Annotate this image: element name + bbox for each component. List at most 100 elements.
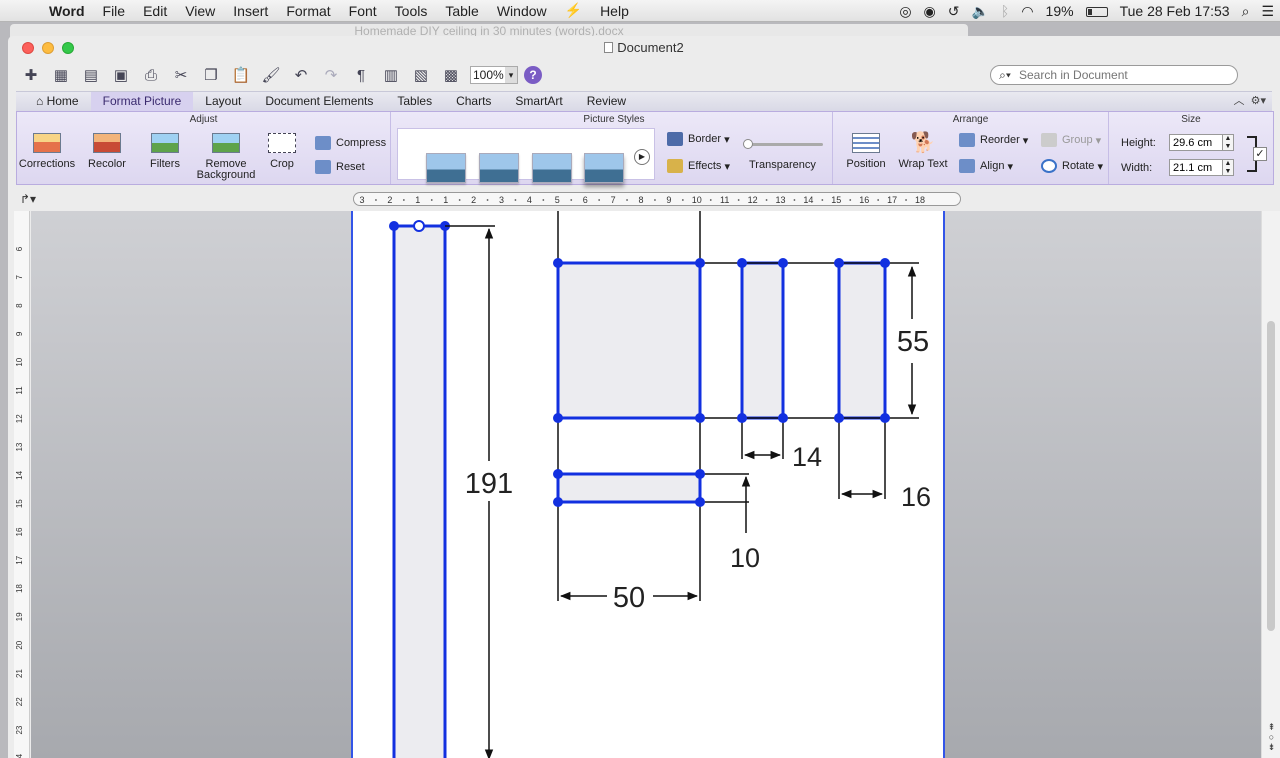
- tab-selector-icon[interactable]: ↱▾: [16, 189, 40, 209]
- close-window-button[interactable]: [22, 42, 34, 54]
- script-menu-icon[interactable]: ⚡: [556, 2, 591, 19]
- compress-button[interactable]: Compress: [315, 136, 386, 150]
- copy-icon[interactable]: ❐: [200, 64, 222, 86]
- undo-icon[interactable]: ↶: [290, 64, 312, 86]
- ribbon-settings-icon[interactable]: ⚙▾: [1251, 95, 1266, 107]
- paste-icon[interactable]: 📋: [230, 64, 252, 86]
- picture-style-2[interactable]: [479, 153, 519, 183]
- vertical-ruler[interactable]: 6 7 8 9 10 11 12 13 14 15 16 17 18 19 20 21 22 23 24: [14, 211, 30, 758]
- picture-styles-gallery[interactable]: ▶: [397, 128, 655, 183]
- wifi-icon[interactable]: ◠: [1015, 3, 1039, 20]
- menu-file[interactable]: File: [94, 3, 135, 19]
- ruler-tick-label: 10: [692, 195, 702, 205]
- sidebar-icon[interactable]: ▧: [410, 64, 432, 86]
- gallery-icon[interactable]: ▦: [50, 64, 72, 86]
- collapse-ribbon-icon[interactable]: ︿: [1233, 95, 1244, 107]
- sync-icon[interactable]: ◉: [918, 3, 942, 20]
- toolbox-icon[interactable]: ▩: [440, 64, 462, 86]
- tab-home[interactable]: ⌂ Home: [16, 92, 91, 111]
- print-icon[interactable]: ⎙: [140, 64, 162, 86]
- reset-button[interactable]: Reset: [315, 160, 365, 174]
- recolor-button[interactable]: Recolor: [83, 130, 131, 170]
- gallery-next-icon[interactable]: ▶: [634, 149, 650, 165]
- width-input[interactable]: [1169, 159, 1223, 176]
- menu-app-word[interactable]: Word: [40, 3, 94, 19]
- scrollbar-thumb[interactable]: [1267, 321, 1275, 631]
- bluetooth-icon[interactable]: ᛒ: [995, 3, 1015, 19]
- cut-icon[interactable]: ✂: [170, 64, 192, 86]
- zoom-window-button[interactable]: [62, 42, 74, 54]
- group-button[interactable]: Group ▾: [1041, 133, 1101, 147]
- horizontal-ruler[interactable]: 3 2 1 1 2 3 4 5 6 7 8 9 10 11 12 13 14 15 16 17 18: [353, 192, 961, 206]
- dimension-label-55: 55: [897, 326, 929, 358]
- time-machine-icon[interactable]: ↺: [942, 3, 966, 20]
- redo-icon[interactable]: ↷: [320, 64, 342, 86]
- transparency-slider-knob[interactable]: [743, 139, 753, 149]
- search-input[interactable]: [1019, 68, 1219, 82]
- shape-post-14: [740, 261, 785, 420]
- open-folder-icon[interactable]: ▤: [80, 64, 102, 86]
- previous-page-icon[interactable]: ⇞: [1268, 722, 1276, 732]
- height-stepper[interactable]: ▲ ▼: [1223, 134, 1234, 151]
- corrections-icon: [31, 130, 63, 156]
- menu-edit[interactable]: Edit: [134, 3, 176, 19]
- tab-tables[interactable]: Tables: [385, 92, 444, 111]
- menu-view[interactable]: View: [176, 3, 224, 19]
- view-icon[interactable]: ▥: [380, 64, 402, 86]
- border-button[interactable]: Border ▾: [667, 132, 730, 146]
- effects-button[interactable]: Effects ▾: [667, 159, 730, 173]
- tab-layout[interactable]: Layout: [193, 92, 253, 111]
- zoom-select[interactable]: 100%: [470, 66, 518, 84]
- technical-drawing-image[interactable]: 191 55 14 16 10 50: [353, 211, 943, 758]
- corrections-button[interactable]: Corrections: [19, 130, 75, 170]
- tab-format-picture[interactable]: Format Picture: [90, 92, 194, 111]
- align-button[interactable]: Align ▾: [959, 159, 1013, 173]
- menu-table[interactable]: Table: [436, 3, 487, 19]
- remove-background-button[interactable]: Remove Background: [193, 130, 259, 181]
- battery-icon[interactable]: [1080, 3, 1114, 19]
- show-formatting-icon[interactable]: ¶: [350, 64, 372, 86]
- rotate-button[interactable]: Rotate ▾: [1041, 159, 1103, 173]
- reorder-button[interactable]: Reorder ▾: [959, 133, 1028, 147]
- menu-insert[interactable]: Insert: [224, 3, 277, 19]
- clock[interactable]: Tue 28 Feb 17:53: [1114, 3, 1236, 19]
- height-input[interactable]: [1169, 134, 1223, 151]
- vertical-scrollbar[interactable]: ⇞ ○ ⇟: [1261, 211, 1280, 758]
- ruler-tick: [709, 199, 712, 201]
- ruler-tick: [793, 199, 796, 201]
- lock-aspect-checkbox[interactable]: ✓: [1253, 147, 1267, 161]
- filters-button[interactable]: Filters: [141, 130, 189, 170]
- menu-help[interactable]: Help: [591, 3, 638, 19]
- creative-cloud-icon[interactable]: ◎: [893, 3, 917, 20]
- rotate-handle[interactable]: [413, 220, 425, 232]
- volume-icon[interactable]: 🔈: [965, 3, 994, 20]
- picture-style-4[interactable]: [584, 153, 624, 183]
- help-icon[interactable]: ?: [524, 66, 542, 84]
- search-box[interactable]: ⌕▾: [990, 65, 1238, 85]
- position-button[interactable]: Position: [839, 130, 893, 170]
- spotlight-icon[interactable]: ⌕: [1236, 3, 1256, 20]
- format-painter-icon[interactable]: 🖌: [260, 64, 282, 86]
- wrap-text-button[interactable]: 🐕 Wrap Text: [895, 130, 951, 170]
- crop-button[interactable]: Crop: [259, 130, 305, 170]
- picture-style-1[interactable]: [426, 153, 466, 183]
- picture-style-3[interactable]: [532, 153, 572, 183]
- tab-smartart[interactable]: SmartArt: [503, 92, 574, 111]
- new-document-icon[interactable]: ✚: [20, 64, 42, 86]
- menu-tools[interactable]: Tools: [386, 3, 437, 19]
- browse-object-icon[interactable]: ○: [1269, 732, 1274, 742]
- tab-charts[interactable]: Charts: [444, 92, 503, 111]
- menu-window[interactable]: Window: [488, 3, 556, 19]
- next-page-icon[interactable]: ⇟: [1268, 742, 1276, 752]
- menu-font[interactable]: Font: [340, 3, 386, 19]
- transparency-slider[interactable]: [747, 143, 823, 146]
- tab-document-elements[interactable]: Document Elements: [253, 92, 385, 111]
- width-stepper[interactable]: ▲ ▼: [1223, 159, 1234, 176]
- tab-review[interactable]: Review: [575, 92, 638, 111]
- search-icon[interactable]: ⌕▾: [991, 68, 1019, 83]
- notification-center-icon[interactable]: ☰: [1255, 3, 1280, 20]
- page[interactable]: 191 55 14 16 10 50: [351, 211, 945, 758]
- save-icon[interactable]: ▣: [110, 64, 132, 86]
- minimize-window-button[interactable]: [42, 42, 54, 54]
- menu-format[interactable]: Format: [277, 3, 339, 19]
